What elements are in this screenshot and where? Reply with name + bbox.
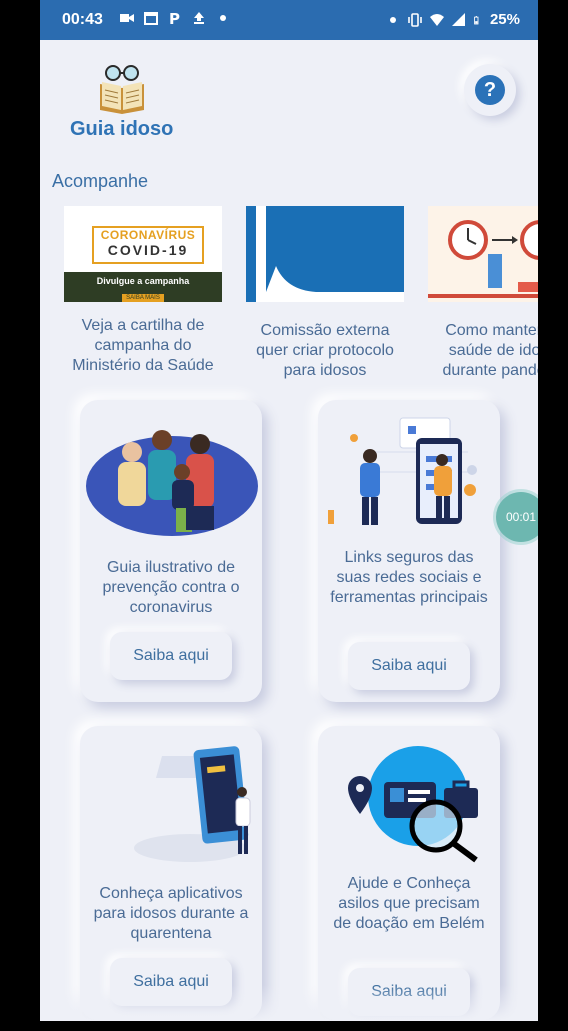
- dot-icon: [220, 15, 226, 21]
- family-illustration: [86, 430, 258, 536]
- search-id-illustration: [348, 746, 478, 863]
- vibrate-icon: [408, 12, 422, 27]
- carousel-item-campanha[interactable]: CORONAVÍRUS COVID-19 Divulgue a campanha…: [64, 206, 222, 386]
- parking-icon: P: [169, 11, 180, 25]
- calendar-icon: [144, 12, 158, 25]
- status-time: 00:43: [62, 11, 103, 28]
- dot-icon: [389, 16, 396, 23]
- carousel-item-comissao[interactable]: Comissão externa quer criar protocolo pa…: [246, 206, 404, 391]
- card-asilos: Ajude e Conheça asilos que precisam de d…: [318, 726, 500, 1020]
- section-title: Acompanhe: [52, 171, 149, 191]
- tablet-illustration: [134, 746, 251, 862]
- comissao-thumbnail: [246, 206, 404, 302]
- book-glasses-icon: [100, 65, 144, 114]
- wifi-icon: [429, 13, 444, 26]
- system-icons: 25%: [386, 11, 520, 28]
- video-icon: [120, 14, 134, 22]
- carousel-caption: Comissão externa quer criar protocolo pa…: [256, 322, 394, 379]
- card-text: Links seguros das suas redes sociais e f…: [330, 549, 488, 606]
- phone-links-illustration: [328, 417, 477, 525]
- call-timer-bubble[interactable]: 00:01: [496, 492, 538, 542]
- app-screen: 00:43 P 25% Guia idoso ? Acompanhe CORON…: [40, 0, 538, 1021]
- status-bar: 00:43 P 25%: [40, 0, 538, 40]
- covid-badge: CORONAVÍRUS COVID-19: [92, 226, 204, 264]
- help-icon: ?: [475, 75, 505, 105]
- carousel-caption: Veja a cartilha de campanha do Ministéri…: [72, 317, 214, 374]
- svg-text:P: P: [169, 11, 180, 25]
- campaign-banner: Divulgue a campanha SAIBA MAIS: [64, 272, 222, 302]
- card-aplicativos: Conheça aplicativos para idosos durante …: [80, 726, 262, 1020]
- card-text: Conheça aplicativos para idosos durante …: [93, 885, 249, 942]
- carousel-caption: Como manter a a saúde de idosos durante …: [442, 322, 539, 379]
- card-text: Ajude e Conheça asilos que precisam de d…: [333, 875, 485, 932]
- card-text: Guia ilustrativo de prevenção contra o c…: [102, 559, 240, 616]
- saiba-aqui-button[interactable]: Saiba aqui: [110, 632, 232, 680]
- app-title: Guia idoso: [70, 118, 174, 140]
- campaign-thumbnail: CORONAVÍRUS COVID-19 Divulgue a campanha…: [64, 206, 222, 302]
- card-guia-prevencao: Guia ilustrativo de prevenção contra o c…: [80, 400, 262, 702]
- saude-thumbnail: [428, 206, 538, 302]
- bottom-fade: [40, 985, 538, 1021]
- battery-icon: [474, 15, 479, 24]
- signal-icon: [451, 12, 465, 26]
- card-links-seguros: Links seguros das suas redes sociais e f…: [318, 400, 500, 702]
- battery-percent: 25%: [489, 11, 520, 28]
- carousel-item-saude-idosos[interactable]: Como manter a a saúde de idosos durante …: [428, 206, 538, 391]
- saiba-aqui-button[interactable]: Saiba aqui: [348, 642, 470, 690]
- upload-icon: [194, 12, 204, 24]
- help-button[interactable]: ?: [464, 64, 516, 116]
- notification-icons: P: [120, 11, 230, 25]
